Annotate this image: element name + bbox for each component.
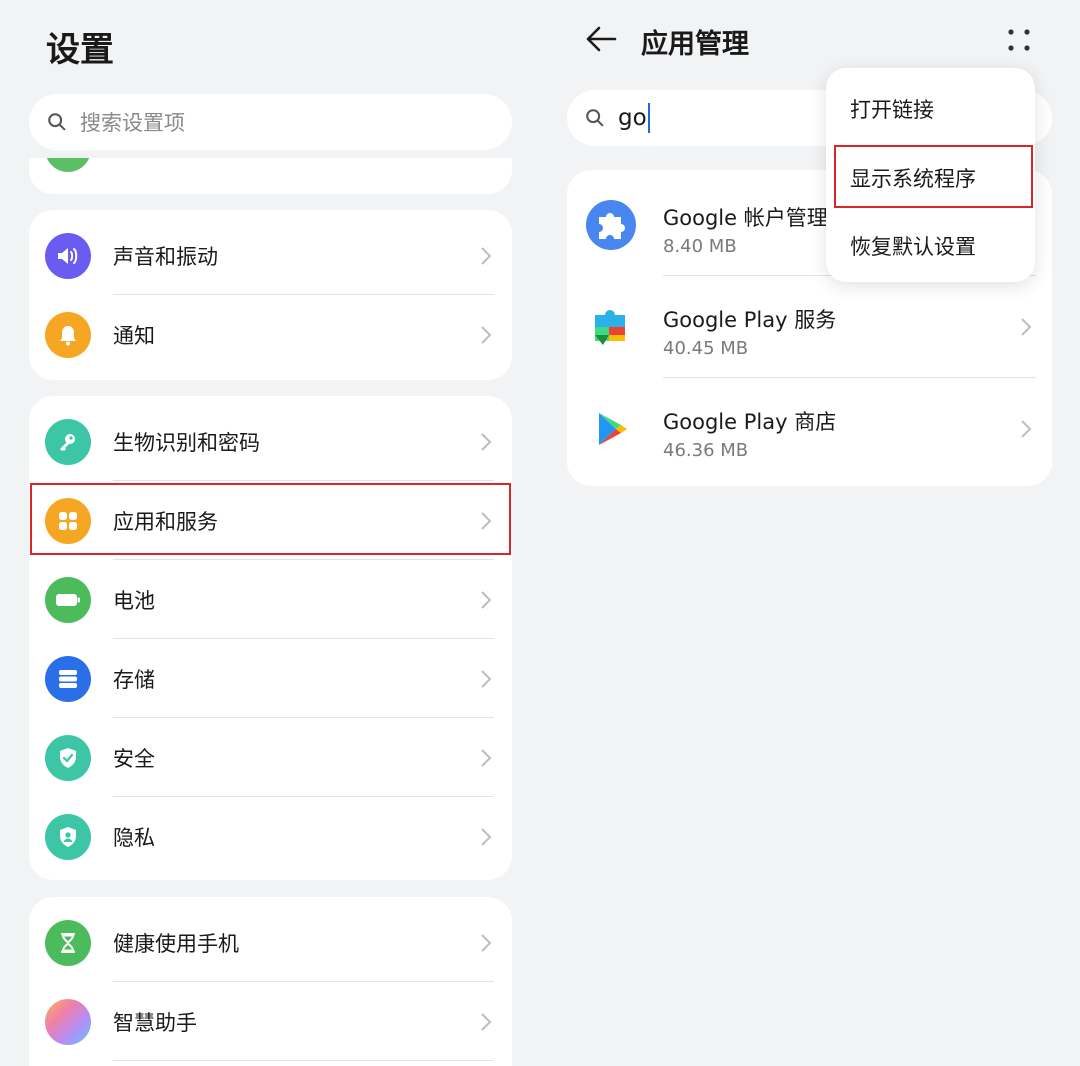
settings-group-1: 声音和振动 通知	[29, 210, 512, 380]
settings-item-notifications[interactable]: 通知	[29, 295, 512, 374]
chevron-right-icon	[481, 1012, 492, 1031]
back-arrow-icon[interactable]	[584, 24, 618, 54]
search-icon	[586, 109, 604, 127]
settings-item-label: 智慧助手	[113, 1010, 197, 1035]
menu-item-reset-defaults[interactable]: 恢复默认设置	[850, 231, 976, 261]
settings-item-label: 存储	[113, 667, 155, 692]
chevron-right-icon	[481, 511, 492, 530]
more-options-icon[interactable]	[1004, 26, 1034, 56]
apps-icon	[45, 497, 91, 544]
search-query-text: go	[618, 105, 647, 131]
settings-group-3: 健康使用手机 智慧助手	[29, 897, 512, 1066]
bell-icon	[45, 311, 91, 358]
app-row-google-play-store[interactable]: Google Play 商店 46.36 MB	[567, 378, 1052, 480]
settings-item-label: 健康使用手机	[113, 931, 239, 956]
hourglass-icon	[45, 919, 91, 966]
assistant-icon	[45, 998, 91, 1045]
key-icon	[45, 418, 91, 465]
app-name: Google Play 商店	[663, 410, 837, 434]
search-placeholder: 搜索设置项	[80, 111, 185, 135]
play-services-icon	[595, 310, 625, 345]
partial-settings-card	[29, 158, 512, 194]
app-name: Google Play 服务	[663, 308, 837, 332]
chevron-right-icon	[481, 325, 492, 344]
chevron-right-icon	[481, 748, 492, 767]
sound-icon	[45, 232, 91, 279]
menu-item-open-links[interactable]: 打开链接	[850, 94, 934, 124]
play-store-icon	[599, 413, 627, 445]
menu-item-show-system-apps[interactable]: 显示系统程序	[850, 163, 976, 193]
settings-item-privacy[interactable]: 隐私	[29, 797, 512, 876]
chevron-right-icon	[481, 590, 492, 609]
chevron-right-icon	[481, 432, 492, 451]
settings-item-assistant[interactable]: 智慧助手	[29, 982, 512, 1061]
overflow-menu: 打开链接 显示系统程序 恢复默认设置	[826, 68, 1035, 282]
partial-icon	[45, 158, 91, 172]
privacy-icon	[45, 813, 91, 860]
settings-group-2: 生物识别和密码 应用和服务 电池 存储 安全 隐私	[29, 396, 512, 880]
settings-item-biometrics[interactable]: 生物识别和密码	[29, 402, 512, 481]
app-size: 46.36 MB	[663, 440, 749, 461]
settings-item-battery[interactable]: 电池	[29, 560, 512, 639]
app-row-google-play-services[interactable]: Google Play 服务 40.45 MB	[567, 276, 1052, 378]
settings-search-input[interactable]: 搜索设置项	[29, 94, 512, 150]
settings-item-label: 生物识别和密码	[113, 430, 260, 455]
settings-item-label: 通知	[113, 323, 155, 348]
settings-item-digital-balance[interactable]: 健康使用手机	[29, 903, 512, 982]
chevron-right-icon	[1021, 318, 1032, 336]
page-title: 设置	[46, 30, 114, 70]
settings-item-security[interactable]: 安全	[29, 718, 512, 797]
chevron-right-icon	[1021, 420, 1032, 438]
app-size: 8.40 MB	[663, 236, 737, 257]
shield-icon	[45, 734, 91, 781]
chevron-right-icon	[481, 669, 492, 688]
settings-item-sound[interactable]: 声音和振动	[29, 216, 512, 295]
settings-item-apps-services[interactable]: 应用和服务	[29, 481, 512, 560]
storage-icon	[45, 655, 91, 702]
text-cursor	[647, 103, 650, 133]
battery-icon	[45, 576, 91, 623]
chevron-right-icon	[481, 827, 492, 846]
puzzle-icon	[586, 200, 636, 250]
settings-item-storage[interactable]: 存储	[29, 639, 512, 718]
chevron-right-icon	[481, 933, 492, 952]
settings-item-label: 电池	[113, 588, 155, 613]
settings-item-label: 声音和振动	[113, 244, 218, 269]
settings-item-label: 隐私	[113, 825, 155, 850]
search-icon	[48, 113, 66, 131]
app-size: 40.45 MB	[663, 338, 749, 359]
settings-item-label: 安全	[113, 746, 155, 771]
app-management-title: 应用管理	[641, 29, 749, 60]
settings-item-label: 应用和服务	[113, 509, 218, 534]
chevron-right-icon	[481, 246, 492, 265]
